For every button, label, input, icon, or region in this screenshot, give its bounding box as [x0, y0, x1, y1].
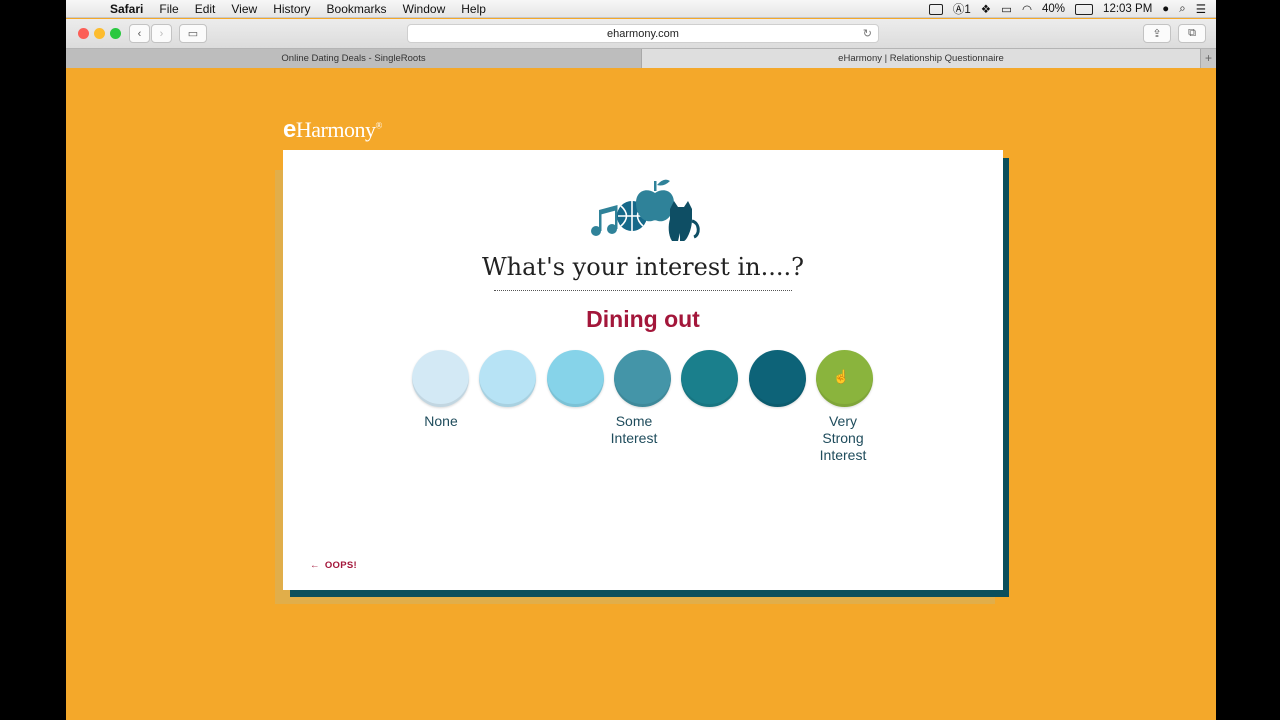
menu-bookmarks[interactable]: Bookmarks [327, 2, 387, 16]
url-text: eharmony.com [607, 28, 679, 40]
oops-back-button[interactable]: ← OOPS! [310, 560, 357, 571]
menu-edit[interactable]: Edit [195, 2, 216, 16]
menu-help[interactable]: Help [461, 2, 486, 16]
chevron-left-icon: ‹ [137, 27, 142, 40]
menu-window[interactable]: Window [403, 2, 446, 16]
rating-option-4[interactable] [614, 350, 671, 407]
questionnaire-card: What's your interest in....? Dining out … [283, 150, 1003, 590]
share-button[interactable]: ⇪ [1143, 24, 1171, 43]
menu-bar: Safari File Edit View History Bookmarks … [66, 0, 1216, 18]
notification-center-icon[interactable]: ☰ [1196, 2, 1206, 16]
battery-icon[interactable] [1075, 3, 1094, 15]
airplay-icon[interactable]: ▭ [1001, 2, 1012, 16]
wifi-icon[interactable]: ◠ [1022, 2, 1032, 16]
battery-percent[interactable]: 40% [1042, 3, 1065, 15]
rating-label-none: None [424, 413, 458, 429]
address-bar[interactable]: eharmony.com ↻ [407, 24, 879, 43]
question-title: What's your interest in....? [482, 253, 804, 281]
menu-app-safari[interactable]: Safari [110, 2, 143, 16]
reload-icon[interactable]: ↻ [863, 25, 872, 43]
rating-label-some-interest: Some Interest [610, 413, 658, 446]
adobe-count: 1 [964, 4, 971, 16]
menu-history[interactable]: History [273, 2, 310, 16]
logo-registered-mark: ® [375, 120, 382, 131]
adobe-icon[interactable]: Ⓐ1 [953, 1, 971, 17]
safari-toolbar: ‹ › ▭ eharmony.com ↻ ⇪ ⧉ [66, 19, 1216, 48]
status-area: Ⓐ1 ❖ ▭ ◠ 40% 12:03 PM ● ⌕ ☰ [928, 0, 1206, 18]
dropbox-icon[interactable]: ❖ [981, 2, 991, 16]
rating-option-5[interactable] [681, 350, 738, 407]
interests-illustration-icon [591, 179, 700, 241]
sidebar-icon: ▭ [187, 28, 199, 40]
new-tab-button[interactable]: + [1200, 49, 1216, 68]
oops-label: OOPS! [324, 560, 357, 571]
rating-label-very-strong-interest: Very Strong Interest [819, 413, 867, 463]
hand-cursor-icon: ☝ [833, 369, 850, 384]
zoom-window-button[interactable] [110, 28, 121, 39]
show-tabs-button[interactable]: ⧉ [1178, 24, 1206, 43]
sidebar-button[interactable]: ▭ [179, 24, 207, 43]
chevron-right-icon: › [159, 27, 164, 40]
close-window-button[interactable] [78, 28, 89, 39]
rating-option-3[interactable] [547, 350, 604, 407]
logo-text: Harmony [295, 117, 376, 142]
rating-option-7-selected[interactable]: ☝ [816, 350, 873, 407]
menu-view[interactable]: View [231, 2, 257, 16]
tab-singleroots[interactable]: Online Dating Deals - SingleRoots [66, 49, 642, 68]
user-icon[interactable]: ● [1162, 3, 1169, 15]
back-button[interactable]: ‹ [129, 24, 150, 43]
tab-bar: Online Dating Deals - SingleRoots eHarmo… [66, 48, 1216, 68]
arrow-left-icon: ← [310, 560, 320, 571]
eharmony-logo[interactable]: eHarmony® [283, 116, 382, 144]
rating-option-6[interactable] [749, 350, 806, 407]
browser-window: Safari File Edit View History Bookmarks … [66, 0, 1216, 720]
minimize-window-button[interactable] [94, 28, 105, 39]
rating-option-2[interactable] [479, 350, 536, 407]
rating-option-1[interactable] [412, 350, 469, 407]
forward-button[interactable]: › [151, 24, 172, 43]
screen-record-icon[interactable] [928, 3, 943, 15]
spotlight-search-icon[interactable]: ⌕ [1179, 3, 1185, 16]
share-icon: ⇪ [1152, 28, 1162, 40]
question-underline [494, 290, 792, 291]
clock[interactable]: 12:03 PM [1103, 3, 1152, 15]
tab-eharmony[interactable]: eHarmony | Relationship Questionnaire [642, 49, 1200, 68]
logo-e: e [283, 116, 296, 143]
menu-file[interactable]: File [159, 2, 178, 16]
topic-label: Dining out [586, 306, 700, 332]
tabs-icon: ⧉ [1188, 27, 1196, 39]
